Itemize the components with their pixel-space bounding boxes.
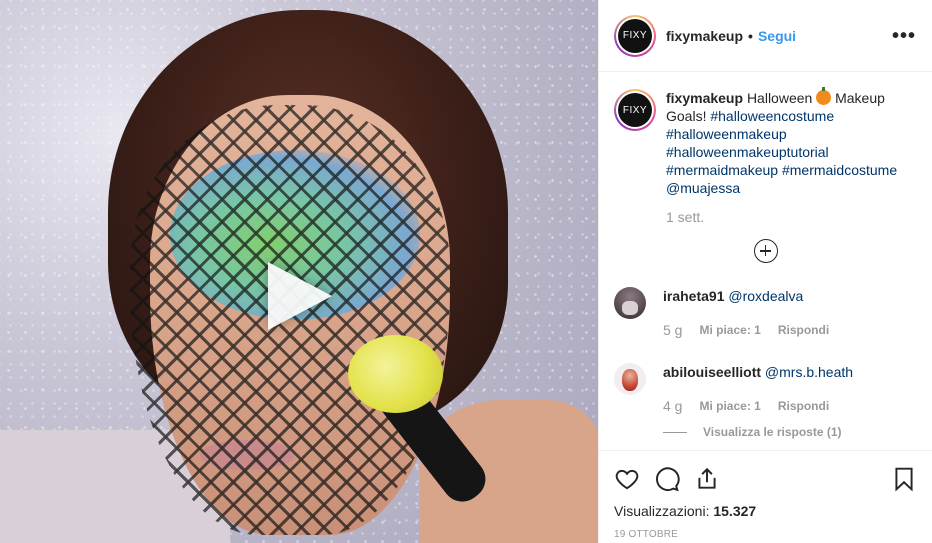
hashtag-link[interactable]: #mermaidcostume xyxy=(782,162,897,178)
play-icon[interactable] xyxy=(268,262,332,330)
post-side-panel: FIXY fixymakeup • Segui ••• FIXY fixymak… xyxy=(598,0,932,543)
separator-dot: • xyxy=(748,27,753,44)
views-label: Visualizzazioni: xyxy=(614,503,710,519)
divider-line xyxy=(663,431,687,433)
hashtag-link[interactable]: #halloweenmakeup xyxy=(666,126,787,142)
comment-likes[interactable]: Mi piace: 1 xyxy=(699,397,760,415)
fixy-logo: FIXY xyxy=(618,18,652,53)
avatar[interactable] xyxy=(614,363,646,395)
hashtag-link[interactable]: #halloweencostume xyxy=(710,108,834,124)
heart-icon[interactable] xyxy=(614,466,640,492)
comment-likes[interactable]: Mi piace: 1 xyxy=(699,321,760,339)
comment-username[interactable]: iraheta91 xyxy=(663,288,724,304)
jack-o-lantern-icon xyxy=(816,87,832,105)
mention-link[interactable]: @muajessa xyxy=(666,180,740,196)
more-options-icon[interactable]: ••• xyxy=(892,26,916,46)
makeup-brush xyxy=(348,335,443,413)
mention-link[interactable]: @roxdealva xyxy=(728,288,803,304)
username-link[interactable]: fixymakeup xyxy=(666,28,743,44)
caption-text: fixymakeup Halloween Makeup Goals! #hall… xyxy=(666,87,916,197)
hashtag-link[interactable]: #mermaidmakeup xyxy=(666,162,778,178)
comment-age: 5 g xyxy=(663,322,683,338)
post-date: 19 OTTOBRE xyxy=(614,529,679,540)
comments-section: FIXY fixymakeup Halloween Makeup Goals! … xyxy=(599,73,932,453)
comment: iraheta91 @roxdealva 5 g Mi piace: 1 Ris… xyxy=(614,287,917,339)
comment-meta: 5 g Mi piace: 1 Rispondi xyxy=(663,321,829,339)
comment-age: 4 g xyxy=(663,398,683,414)
caption: FIXY fixymakeup Halloween Makeup Goals! … xyxy=(614,87,917,197)
caption-time: 1 sett. xyxy=(666,209,705,225)
action-bar: Visualizzazioni: 15.327 19 OTTOBRE xyxy=(599,450,932,540)
comment: abilouiseelliott @mrs.b.heath 4 g Mi pia… xyxy=(614,363,917,415)
views-number: 15.327 xyxy=(713,503,757,519)
fixy-logo: FIXY xyxy=(618,93,652,127)
views-count[interactable]: Visualizzazioni: 15.327 xyxy=(614,503,917,519)
comment-meta: 4 g Mi piace: 1 Rispondi xyxy=(663,397,853,415)
view-replies-label: Visualizza le risposte (1) xyxy=(703,425,842,439)
instagram-post: FIXY fixymakeup • Segui ••• FIXY fixymak… xyxy=(0,0,932,543)
caption-avatar[interactable]: FIXY xyxy=(614,89,656,131)
comment-icon[interactable] xyxy=(654,466,680,492)
hashtag-link[interactable]: #halloweenmakeuptutorial xyxy=(666,144,829,160)
post-video[interactable] xyxy=(0,0,598,543)
mention-link[interactable]: @mrs.b.heath xyxy=(765,364,853,380)
comment-username[interactable]: abilouiseelliott xyxy=(663,364,761,380)
post-header: FIXY fixymakeup • Segui ••• xyxy=(599,0,932,72)
view-replies-button[interactable]: Visualizza le risposte (1) xyxy=(663,425,917,439)
load-more-comments[interactable] xyxy=(614,239,917,263)
reply-button[interactable]: Rispondi xyxy=(778,321,829,339)
reply-button[interactable]: Rispondi xyxy=(778,397,829,415)
caption-username[interactable]: fixymakeup xyxy=(666,90,743,106)
plus-circle-icon[interactable] xyxy=(753,239,778,263)
share-icon[interactable] xyxy=(694,466,720,492)
caption-text-before: Halloween xyxy=(746,90,813,106)
follow-button[interactable]: Segui xyxy=(758,28,796,44)
avatar[interactable]: FIXY xyxy=(614,14,656,57)
bookmark-icon[interactable] xyxy=(891,466,917,492)
avatar[interactable] xyxy=(614,287,646,319)
